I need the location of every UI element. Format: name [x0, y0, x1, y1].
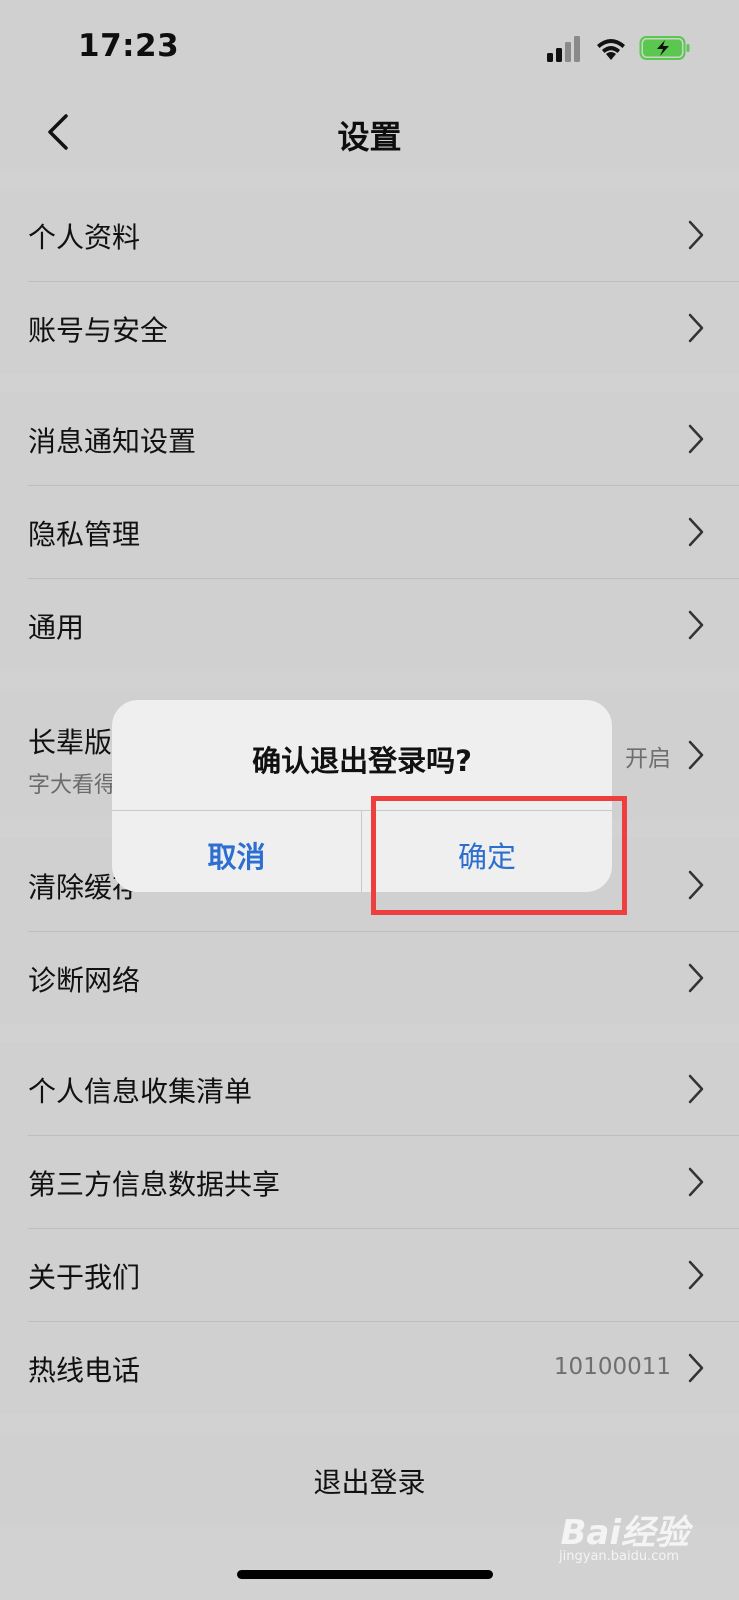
- highlight-box: [371, 796, 627, 915]
- chevron-right-icon: [688, 870, 704, 900]
- status-time: 17:23: [78, 28, 180, 64]
- row-label: 通用: [28, 611, 85, 644]
- status-bar: 17:23: [0, 0, 739, 92]
- baidu-jingyan-watermark: Bai经验: [560, 1513, 689, 1553]
- chevron-right-icon: [688, 740, 704, 770]
- settings-group-profile: 个人资料 账号与安全: [0, 188, 739, 374]
- settings-row-account-security[interactable]: 账号与安全: [0, 281, 739, 374]
- settings-row-hotline[interactable]: 热线电话 10100011: [0, 1321, 739, 1414]
- row-label: 个人资料: [28, 221, 141, 254]
- settings-row-about-us[interactable]: 关于我们: [0, 1228, 739, 1321]
- cellular-signal-icon: [547, 36, 580, 62]
- row-label: 账号与安全: [28, 314, 169, 347]
- row-label: 长辈版: [28, 726, 113, 759]
- chevron-right-icon: [688, 610, 704, 640]
- settings-row-profile[interactable]: 个人资料: [0, 188, 739, 281]
- navigation-bar: 设置: [0, 92, 739, 172]
- chevron-right-icon: [688, 1353, 704, 1383]
- row-label: 热线电话: [28, 1354, 141, 1387]
- chevron-right-icon: [688, 1167, 704, 1197]
- dialog-title: 确认退出登录吗?: [252, 744, 472, 778]
- chevron-right-icon: [688, 963, 704, 993]
- chevron-right-icon: [688, 517, 704, 547]
- chevron-right-icon: [688, 1260, 704, 1290]
- logout-label: 退出登录: [313, 1466, 426, 1499]
- row-label: 隐私管理: [28, 518, 141, 551]
- row-label: 消息通知设置: [28, 425, 197, 458]
- row-label: 个人信息收集清单: [28, 1075, 253, 1108]
- chevron-right-icon: [688, 313, 704, 343]
- page-title: 设置: [337, 118, 402, 156]
- watermark-url: jingyan.baidu.com: [559, 1549, 679, 1564]
- wifi-icon: [597, 39, 625, 60]
- cancel-button[interactable]: 取消: [112, 811, 362, 892]
- battery-charging-icon: [639, 36, 690, 60]
- settings-row-privacy[interactable]: 隐私管理: [0, 485, 739, 578]
- row-label: 诊断网络: [28, 964, 141, 997]
- settings-row-network-diagnosis[interactable]: 诊断网络: [0, 931, 739, 1024]
- chevron-right-icon: [688, 424, 704, 454]
- settings-row-notifications[interactable]: 消息通知设置: [0, 392, 739, 485]
- settings-row-personal-info-list[interactable]: 个人信息收集清单: [0, 1042, 739, 1135]
- home-indicator: [237, 1570, 493, 1579]
- row-value: 开启: [625, 746, 671, 772]
- settings-row-general[interactable]: 通用: [0, 578, 739, 671]
- chevron-right-icon: [688, 1074, 704, 1104]
- row-value: 10100011: [553, 1354, 671, 1380]
- row-label: 第三方信息数据共享: [28, 1168, 281, 1201]
- settings-group-general: 消息通知设置 隐私管理 通用: [0, 392, 739, 671]
- row-label: 关于我们: [28, 1261, 141, 1294]
- settings-row-third-party-sharing[interactable]: 第三方信息数据共享: [0, 1135, 739, 1228]
- settings-group-about: 个人信息收集清单 第三方信息数据共享 关于我们 热线电话 10100011: [0, 1042, 739, 1414]
- chevron-right-icon: [688, 220, 704, 250]
